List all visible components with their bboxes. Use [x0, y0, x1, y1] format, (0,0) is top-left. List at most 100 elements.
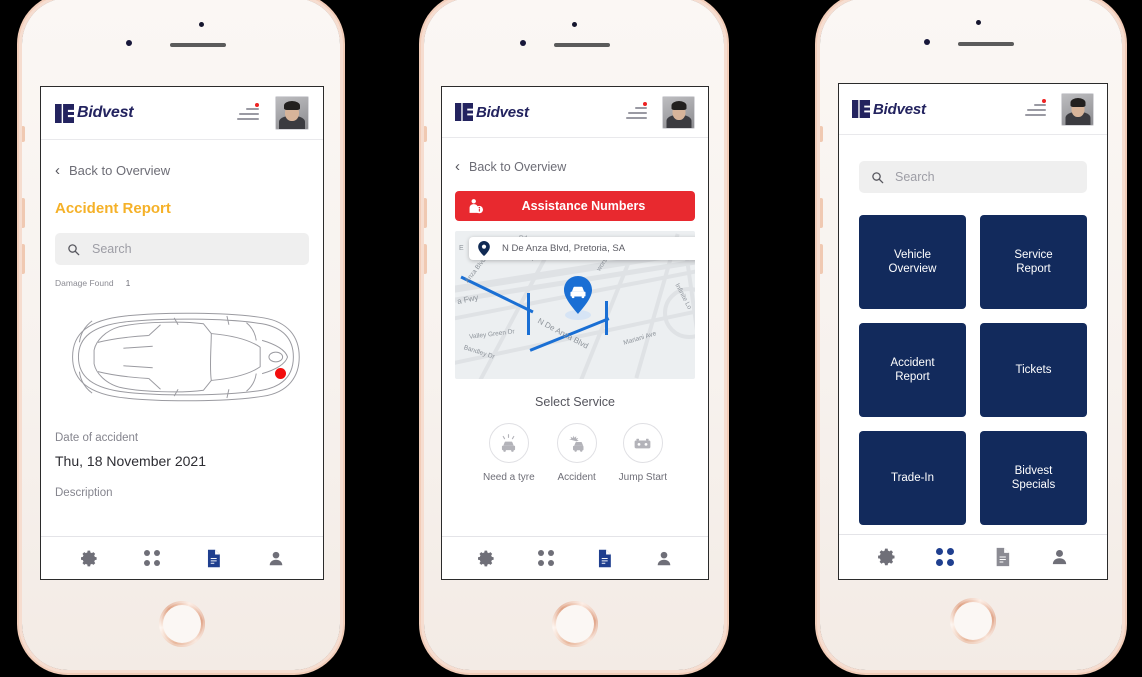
tile-vehicle-overview[interactable]: Vehicle Overview: [859, 215, 966, 309]
tile-label: Tickets: [1015, 363, 1052, 376]
tab-reports[interactable]: [596, 549, 613, 568]
bottom-tabbar-1: [41, 536, 323, 579]
brand-logo: Bidvest: [455, 103, 529, 121]
tab-reports[interactable]: [205, 549, 222, 568]
back-to-overview-button[interactable]: ‹ Back to Overview: [55, 162, 309, 179]
tile-label: Accident Report: [890, 356, 935, 383]
tile-label: Trade-In: [890, 471, 935, 484]
damage-marker[interactable]: [275, 368, 286, 379]
tyre-car-icon-circle: [488, 423, 529, 463]
home-button[interactable]: [552, 601, 598, 647]
home-button[interactable]: [159, 601, 205, 647]
notification-dot: [643, 102, 647, 106]
tab-profile[interactable]: [1050, 547, 1069, 567]
person-info-icon: [469, 198, 484, 213]
date-value: Thu, 18 November 2021: [55, 453, 206, 469]
tab-settings[interactable]: [477, 549, 496, 568]
side-button: [424, 126, 427, 142]
side-button: [820, 198, 823, 228]
car-top-view-outline: [72, 312, 300, 402]
app-header: Bidvest: [41, 87, 323, 140]
tab-dashboard[interactable]: [538, 550, 554, 566]
tile-label: Vehicle Overview: [888, 248, 937, 275]
tile-tickets[interactable]: Tickets: [980, 323, 1087, 417]
header-actions: [626, 95, 695, 129]
avatar[interactable]: [1061, 92, 1094, 126]
tab-dashboard[interactable]: [936, 548, 955, 566]
map-route: [527, 293, 530, 335]
search-icon: [68, 243, 80, 255]
home-button[interactable]: [950, 598, 996, 644]
tile-bidvest-specials[interactable]: Bidvest Specials: [980, 431, 1087, 525]
map-street-label: Mariani Ave: [622, 330, 658, 347]
notification-dot: [1042, 99, 1046, 103]
front-camera: [976, 20, 981, 25]
document-icon: [207, 549, 220, 567]
map-pin-icon: [478, 241, 490, 256]
search-input[interactable]: Search: [859, 161, 1087, 193]
map-street-label: a Fwy: [456, 292, 480, 307]
service-options: Need a tyre Accident Jump Start: [455, 423, 695, 483]
service-option-jump-start[interactable]: Jump Start: [619, 423, 667, 483]
map-view[interactable]: Via Palamos Anza Blvd a Fwy N De Anza Bl…: [455, 231, 695, 379]
bidvest-logo-mark: [455, 103, 473, 121]
back-to-overview-button[interactable]: ‹ Back to Overview: [455, 158, 695, 175]
avatar[interactable]: [662, 95, 695, 129]
tab-reports[interactable]: [994, 547, 1011, 567]
phone-device-1: Bidvest ‹ Back to Overview Accident Repo…: [22, 0, 340, 670]
tab-settings[interactable]: [877, 547, 897, 567]
battery-icon-circle: [622, 423, 663, 463]
service-label: Jump Start: [618, 472, 668, 483]
tab-profile[interactable]: [655, 549, 673, 568]
chevron-left-icon: ‹: [455, 158, 460, 175]
tile-trade-in[interactable]: Trade-In: [859, 431, 966, 525]
hamburger-menu-icon[interactable]: [626, 102, 647, 119]
search-placeholder: Search: [895, 170, 935, 184]
search-input[interactable]: Search: [55, 233, 309, 265]
date-label: Date of accident: [55, 432, 139, 444]
select-service-label: Select Service: [535, 395, 615, 409]
car-diagram[interactable]: [55, 302, 309, 414]
tab-profile[interactable]: [267, 549, 285, 568]
tab-settings[interactable]: [80, 549, 99, 568]
assistance-numbers-button[interactable]: Assistance Numbers: [455, 191, 695, 221]
earpiece-speaker: [554, 43, 610, 47]
phone-device-2: Bidvest ‹ Back to Overview Assistance Nu…: [424, 0, 724, 670]
side-button: [424, 198, 427, 228]
app-header: Bidvest: [839, 84, 1107, 135]
person-icon: [1053, 549, 1067, 565]
tyre-car-icon: [502, 433, 516, 452]
search-placeholder: Search: [92, 242, 132, 256]
gear-icon: [80, 550, 97, 566]
tile-grid: Vehicle Overview Service Report Accident Re…: [859, 215, 1087, 525]
sensor: [126, 40, 132, 46]
sensor: [924, 39, 930, 45]
hamburger-menu-icon[interactable]: [237, 103, 259, 120]
damage-found-row: Damage Found 1: [55, 278, 309, 288]
avatar-hair: [671, 100, 686, 110]
battery-icon: [634, 438, 651, 448]
car-pin-icon[interactable]: [559, 273, 597, 326]
earpiece-speaker: [958, 42, 1014, 46]
map-route: [605, 301, 608, 335]
side-button: [820, 126, 823, 142]
map-address-pill[interactable]: N De Anza Blvd, Pretoria, SA: [469, 237, 695, 260]
app-screen-3: Bidvest Search Vehicle Overview Service …: [838, 83, 1108, 580]
service-option-accident[interactable]: Accident: [556, 423, 597, 483]
sensor: [520, 40, 526, 46]
notification-dot: [255, 103, 259, 107]
screen-content-2: ‹ Back to Overview Assistance Numbers An…: [442, 138, 708, 536]
service-label: Need a tyre: [482, 472, 535, 483]
tile-accident-report[interactable]: Accident Report: [859, 323, 966, 417]
back-label: Back to Overview: [69, 163, 171, 178]
service-option-need-a-tyre[interactable]: Need a tyre: [483, 423, 535, 483]
hamburger-menu-icon[interactable]: [1025, 99, 1046, 116]
phone-device-3: Bidvest Search Vehicle Overview Service …: [820, 0, 1122, 670]
side-button: [22, 244, 25, 274]
gear-icon: [478, 550, 494, 566]
avatar-hair: [1070, 97, 1085, 107]
avatar[interactable]: [275, 96, 309, 130]
tile-service-report[interactable]: Service Report: [980, 215, 1087, 309]
tab-dashboard[interactable]: [143, 550, 160, 566]
front-camera: [199, 22, 204, 27]
